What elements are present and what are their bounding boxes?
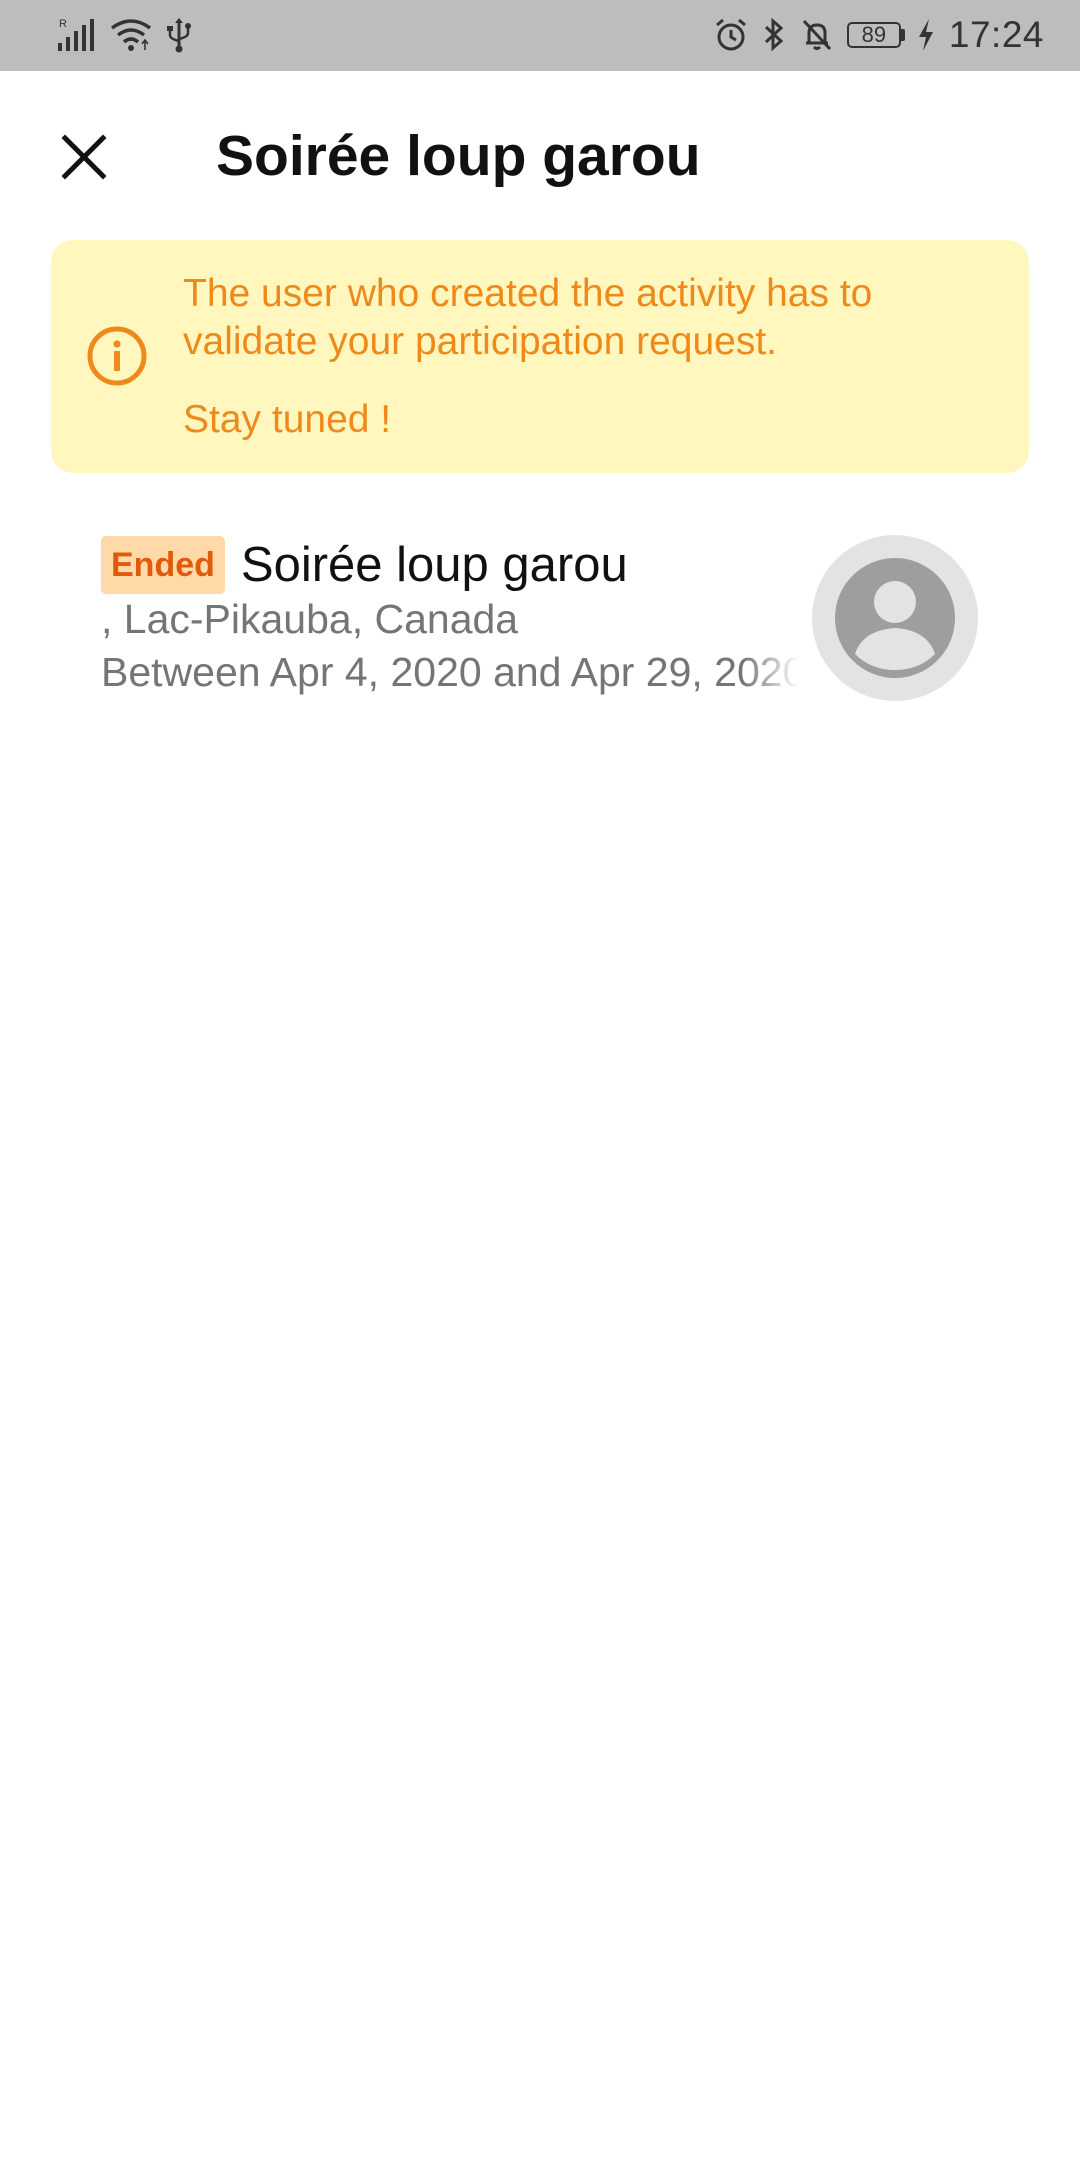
cell-signal-icon: R	[56, 17, 96, 53]
banner-text: The user who created the activity has to…	[183, 270, 993, 444]
battery-icon: 89	[846, 22, 905, 48]
user-avatar-icon	[835, 558, 955, 678]
status-bar: R 89 17:24	[0, 0, 1080, 71]
activity-location: , Lac-Pikauba, Canada	[101, 596, 519, 642]
activity-title-row: Ended Soirée loup garou	[101, 534, 628, 596]
bluetooth-icon	[761, 17, 787, 53]
status-badge: Ended	[101, 536, 225, 594]
close-button[interactable]	[44, 117, 124, 197]
wifi-icon	[110, 18, 152, 52]
notifications-off-icon	[799, 17, 835, 53]
app-header: Soirée loup garou	[0, 71, 1080, 239]
participation-pending-banner: The user who created the activity has to…	[51, 240, 1029, 473]
info-icon	[87, 326, 147, 386]
roaming-marker: R	[59, 18, 67, 30]
alarm-clock-icon	[713, 17, 749, 53]
status-left-icons: R	[56, 14, 192, 56]
activity-dates: Between Apr 4, 2020 and Apr 29, 2020	[101, 649, 799, 695]
usb-icon	[166, 17, 192, 53]
activity-item[interactable]: Ended Soirée loup garou , Lac-Pikauba, C…	[0, 520, 1080, 720]
status-right-icons: 89 17:24	[713, 14, 1044, 56]
activity-title: Soirée loup garou	[240, 538, 628, 592]
avatar[interactable]	[812, 535, 978, 701]
banner-message: The user who created the activity has to…	[183, 272, 873, 363]
status-time: 17:24	[948, 14, 1044, 55]
close-icon	[61, 134, 107, 180]
battery-level: 89	[846, 22, 901, 48]
banner-stay-tuned: Stay tuned !	[183, 398, 392, 441]
page-title: Soirée loup garou	[216, 124, 701, 188]
charging-bolt-icon	[917, 18, 935, 52]
